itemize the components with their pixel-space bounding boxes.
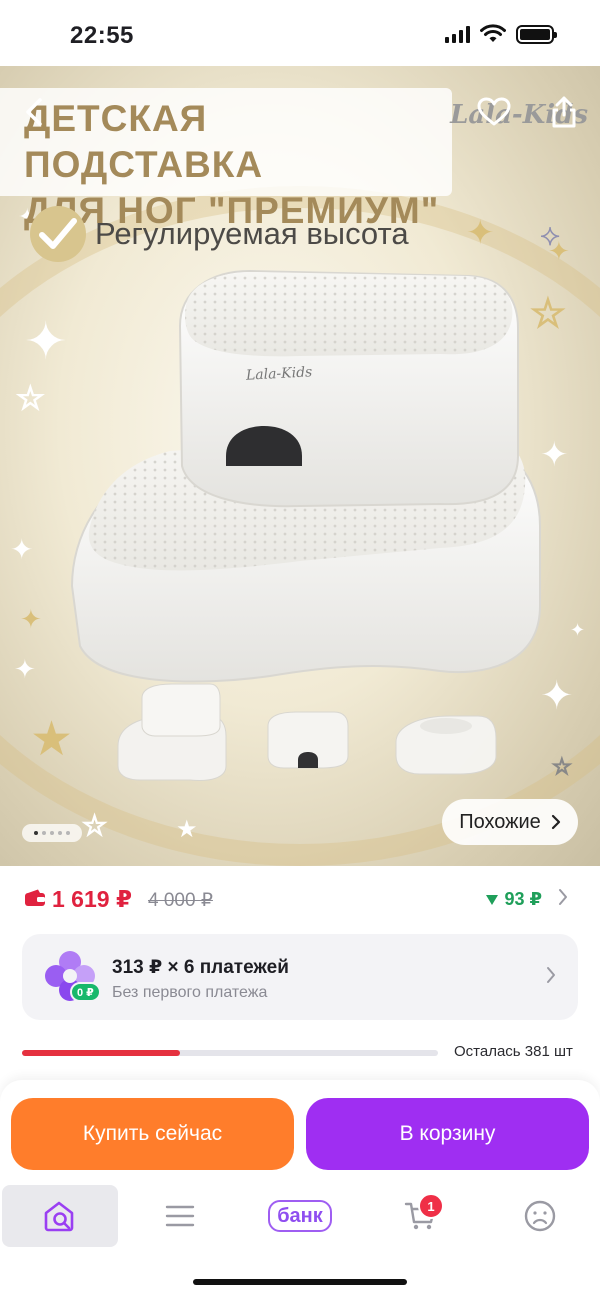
zero-rub-badge: 0 ₽ bbox=[70, 982, 101, 1002]
tab-profile[interactable] bbox=[490, 1185, 590, 1247]
chevron-right-icon bbox=[547, 967, 555, 983]
tab-cart[interactable] bbox=[370, 1185, 470, 1247]
gallery-pagination bbox=[22, 824, 82, 842]
pagination-dot bbox=[66, 831, 70, 835]
cellular-signal-icon bbox=[445, 25, 470, 43]
feature-text: Регулируемая высота bbox=[95, 216, 409, 251]
back-button[interactable] bbox=[16, 94, 52, 130]
installment-card[interactable]: 0 ₽ 313 ₽ × 6 платежей Без первого плате… bbox=[22, 934, 578, 1020]
status-bar: 22:55 bbox=[0, 0, 600, 66]
share-icon bbox=[552, 96, 576, 128]
chevron-left-icon bbox=[26, 98, 42, 126]
favorite-button[interactable] bbox=[476, 94, 512, 130]
heart-icon bbox=[477, 97, 511, 126]
stock-remaining: Осталась 381 шт bbox=[454, 1043, 573, 1060]
status-time: 22:55 bbox=[70, 22, 134, 49]
stock-progress-fill bbox=[22, 1050, 181, 1056]
installment-title: 313 ₽ × 6 платежей bbox=[112, 957, 289, 978]
old-price: 4 000 ₽ bbox=[148, 890, 213, 911]
bottom-tab-bar: банк 1 bbox=[0, 1185, 600, 1297]
chevron-right-icon bbox=[551, 814, 560, 830]
hero-title: ДЕТСКАЯ ПОДСТАВКА ДЛЯ НОГ "ПРЕМИУМ" bbox=[24, 96, 454, 234]
pagination-dot bbox=[58, 831, 62, 835]
current-price: 1 619 ₽ bbox=[52, 886, 132, 912]
check-icon bbox=[30, 206, 86, 262]
triangle-down-icon bbox=[486, 894, 499, 905]
bonus-value: 93 ₽ bbox=[504, 889, 542, 909]
installment-subtitle: Без первого платежа bbox=[112, 984, 268, 1001]
home-indicator bbox=[193, 1279, 407, 1285]
product-image-carousel[interactable]: ✦ ✦ ☆ ✦ ✦ ✦ ☆ ✦ ✦ ✦ ✦ ✦ ★ ☆ ☆ ★ ✦ Lala-K… bbox=[0, 66, 600, 866]
price-row[interactable]: 1 619 ₽ 4 000 ₽ 93 ₽ bbox=[0, 880, 600, 920]
wallet-card-icon bbox=[25, 889, 45, 906]
pagination-dot bbox=[50, 831, 54, 835]
battery-icon bbox=[516, 24, 557, 44]
action-bar: Купить сейчас В корзину bbox=[0, 1080, 600, 1185]
chevron-right-icon bbox=[559, 889, 567, 905]
similar-label: Похожие bbox=[459, 810, 541, 833]
tab-home-search[interactable] bbox=[2, 1185, 118, 1247]
bank-logo: банк bbox=[268, 1200, 332, 1232]
share-button[interactable] bbox=[546, 94, 582, 130]
bonus-points[interactable]: 93 ₽ bbox=[486, 889, 542, 910]
profile-icon bbox=[524, 1200, 556, 1232]
cart-count-badge: 1 bbox=[418, 1193, 444, 1219]
stock-progress-bar bbox=[22, 1050, 438, 1056]
pagination-dot bbox=[34, 831, 38, 835]
tab-catalog[interactable] bbox=[130, 1185, 230, 1247]
menu-icon bbox=[165, 1205, 195, 1227]
pagination-dot bbox=[42, 831, 46, 835]
home-search-icon bbox=[44, 1201, 74, 1232]
similar-products-button[interactable]: Похожие bbox=[442, 799, 578, 845]
tab-bank[interactable]: банк bbox=[250, 1185, 350, 1247]
buy-now-button[interactable]: Купить сейчас bbox=[11, 1098, 294, 1170]
wifi-icon bbox=[480, 24, 506, 42]
hero-title-line: ДЕТСКАЯ ПОДСТАВКА bbox=[24, 98, 264, 185]
status-icons bbox=[445, 24, 557, 44]
add-to-cart-button[interactable]: В корзину bbox=[306, 1098, 589, 1170]
